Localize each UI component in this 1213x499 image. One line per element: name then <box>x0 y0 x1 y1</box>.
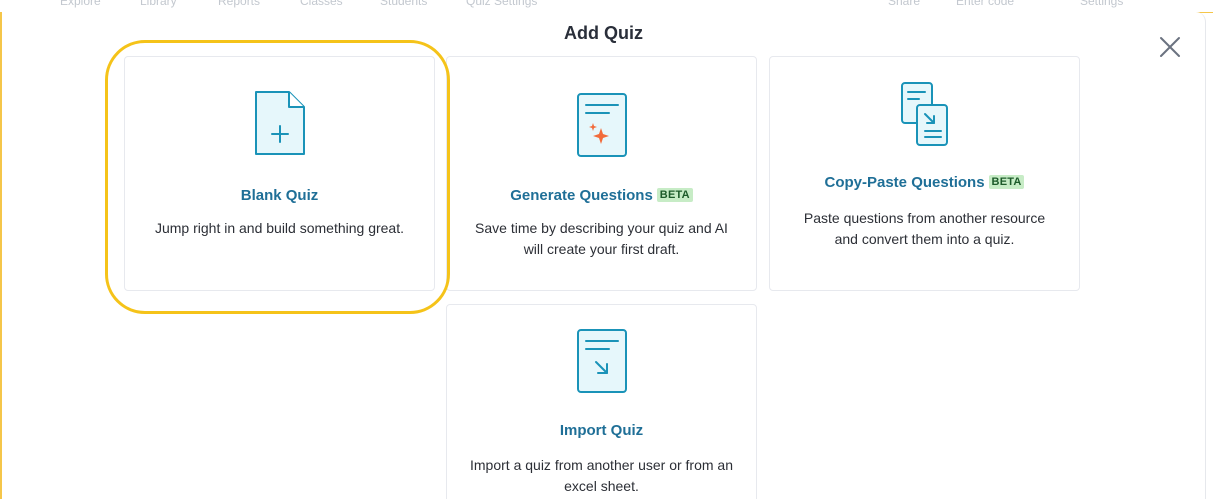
bg-nav-item: Students <box>380 0 428 8</box>
close-button[interactable] <box>1157 34 1183 60</box>
page: Explore Library Reports Classes Students… <box>0 0 1213 499</box>
bg-nav-item: Reports <box>218 0 261 8</box>
ai-sparkle-document-icon <box>576 93 627 157</box>
option-title: Import Quiz <box>447 422 756 439</box>
bg-nav-item: Explore <box>60 0 101 8</box>
option-card-generate-questions[interactable]: Generate Questions BETA Save time by desc… <box>446 56 757 291</box>
modal-title: Add Quiz <box>564 23 643 43</box>
bg-nav-item: Classes <box>300 0 343 8</box>
option-description: Jump right in and build something great. <box>154 220 405 236</box>
option-title-text: Blank Quiz <box>240 187 319 204</box>
option-title: Copy-Paste Questions BETA <box>770 174 1079 191</box>
option-description: Import a quiz from another user or from … <box>470 457 733 494</box>
bg-nav-item: Quiz Settings <box>466 0 538 8</box>
option-title: Blank Quiz <box>125 187 434 204</box>
bg-nav-item: Enter code <box>956 0 1015 8</box>
close-icon <box>1160 37 1180 57</box>
beta-badge: BETA <box>656 188 693 202</box>
bg-nav-item: Share <box>888 0 921 8</box>
option-title: Generate Questions BETA <box>447 187 756 204</box>
option-title-text: Import Quiz <box>559 422 644 439</box>
option-title-text: Copy-Paste Questions <box>824 174 985 191</box>
option-description: Paste questions from another resource an… <box>803 210 1046 247</box>
blank-document-icon <box>254 91 305 155</box>
bg-nav-item: Settings <box>1080 0 1124 8</box>
beta-badge: BETA <box>988 175 1025 189</box>
bg-nav-item: Library <box>140 0 177 8</box>
copy-paste-documents-icon <box>900 82 948 146</box>
option-title-text: Generate Questions <box>510 187 653 204</box>
option-card-blank-quiz[interactable]: Blank Quiz Jump right in and build somet… <box>124 56 435 291</box>
option-card-import-quiz[interactable]: Import Quiz Import a quiz from another u… <box>446 304 757 499</box>
import-document-icon <box>576 329 627 393</box>
option-card-copy-paste-questions[interactable]: Copy-Paste Questions BETA Paste questions… <box>769 56 1080 291</box>
option-description: Save time by describing your quiz and AI… <box>475 220 728 257</box>
